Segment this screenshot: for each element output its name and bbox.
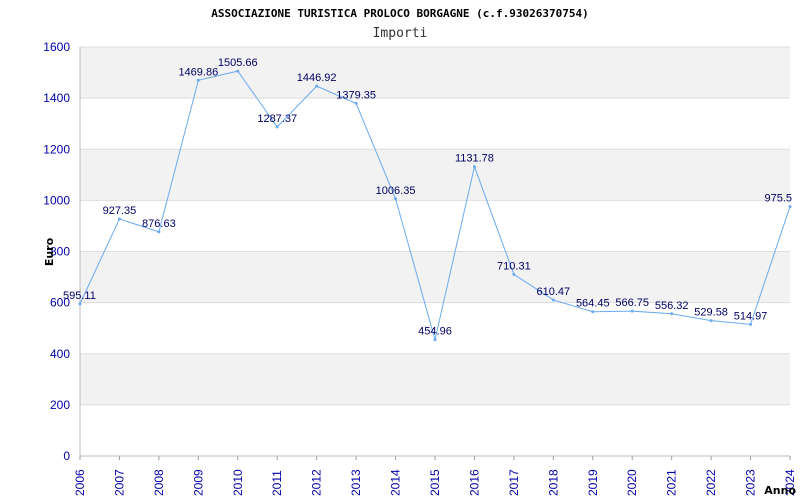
chart-title: ASSOCIAZIONE TURISTICA PROLOCO BORGAGNE … — [211, 7, 589, 20]
data-label: 927.35 — [103, 205, 137, 217]
data-point — [433, 338, 437, 342]
data-point — [551, 298, 555, 302]
data-point — [315, 84, 319, 88]
x-tick-label: 2010 — [231, 469, 245, 496]
data-label: 566.75 — [615, 297, 649, 309]
data-label: 564.45 — [576, 298, 610, 310]
x-tick-label: 2022 — [704, 469, 718, 496]
y-tick-label: 200 — [50, 398, 70, 412]
data-point — [749, 322, 753, 326]
x-tick-label: 2006 — [73, 469, 87, 496]
data-label: 876.63 — [142, 218, 176, 230]
data-point — [394, 197, 398, 201]
data-point — [670, 312, 674, 316]
data-label: 529.58 — [694, 307, 728, 319]
x-tick-label: 2021 — [665, 469, 679, 496]
y-tick-label: 0 — [63, 449, 70, 463]
x-tick-label: 2017 — [507, 469, 521, 496]
x-tick-label: 2011 — [270, 470, 284, 496]
data-point — [472, 165, 476, 169]
data-label: 1006.35 — [376, 185, 416, 197]
data-label: 454.96 — [418, 326, 452, 338]
data-point — [236, 69, 240, 73]
y-tick-label: 1000 — [43, 193, 70, 207]
x-axis-label: Anno — [764, 484, 796, 497]
data-label: 975.5 — [764, 193, 792, 205]
data-point — [196, 78, 200, 82]
x-tick-label: 2020 — [625, 469, 639, 496]
y-tick-label: 400 — [50, 347, 70, 361]
x-tick-label: 2019 — [586, 469, 600, 496]
x-tick-label: 2007 — [112, 469, 126, 496]
data-point — [788, 205, 792, 209]
background-band — [80, 149, 790, 201]
data-label: 710.31 — [497, 260, 531, 272]
x-tick-label: 2015 — [428, 469, 442, 496]
data-point — [630, 309, 634, 313]
x-tick-label: 2009 — [191, 469, 205, 496]
background-band — [80, 353, 790, 405]
data-point — [591, 310, 595, 314]
x-tick-label: 2018 — [546, 469, 560, 496]
data-point — [78, 302, 82, 306]
data-point — [709, 319, 713, 323]
y-tick-label: 1600 — [43, 40, 70, 54]
x-tick-label: 2008 — [152, 469, 166, 496]
background-bands — [80, 47, 790, 405]
x-tick-label: 2012 — [310, 469, 324, 496]
data-label: 1446.92 — [297, 72, 337, 84]
x-tick-label: 2016 — [467, 469, 481, 496]
data-label: 556.32 — [655, 300, 689, 312]
data-label: 514.97 — [734, 310, 768, 322]
line-chart: ASSOCIAZIONE TURISTICA PROLOCO BORGAGNE … — [43, 7, 797, 497]
x-axis-ticks: 2006 2007 2008 2009 2010 2011 2012 2013 2014 2015… — [73, 456, 797, 496]
data-label: 1505.66 — [218, 57, 258, 69]
data-point — [354, 101, 358, 105]
data-label: 1469.86 — [178, 66, 218, 78]
data-label: 1287.37 — [257, 113, 297, 125]
x-tick-label: 2023 — [744, 469, 758, 496]
data-label: 1131.78 — [455, 153, 494, 165]
data-label: 1379.35 — [336, 89, 376, 101]
data-point — [157, 230, 161, 234]
chart-subtitle: Importi — [373, 26, 428, 41]
data-label: 595.11 — [63, 290, 96, 302]
x-tick-label: 2013 — [349, 469, 363, 496]
data-point — [275, 125, 279, 129]
y-tick-label: 1200 — [43, 142, 70, 156]
y-tick-label: 1400 — [43, 91, 70, 105]
data-point — [117, 217, 121, 221]
data-point — [512, 272, 516, 276]
data-label: 610.47 — [537, 286, 571, 298]
background-band — [80, 251, 790, 303]
x-tick-label: 2014 — [389, 469, 403, 496]
y-axis-label: Euro — [43, 237, 56, 266]
